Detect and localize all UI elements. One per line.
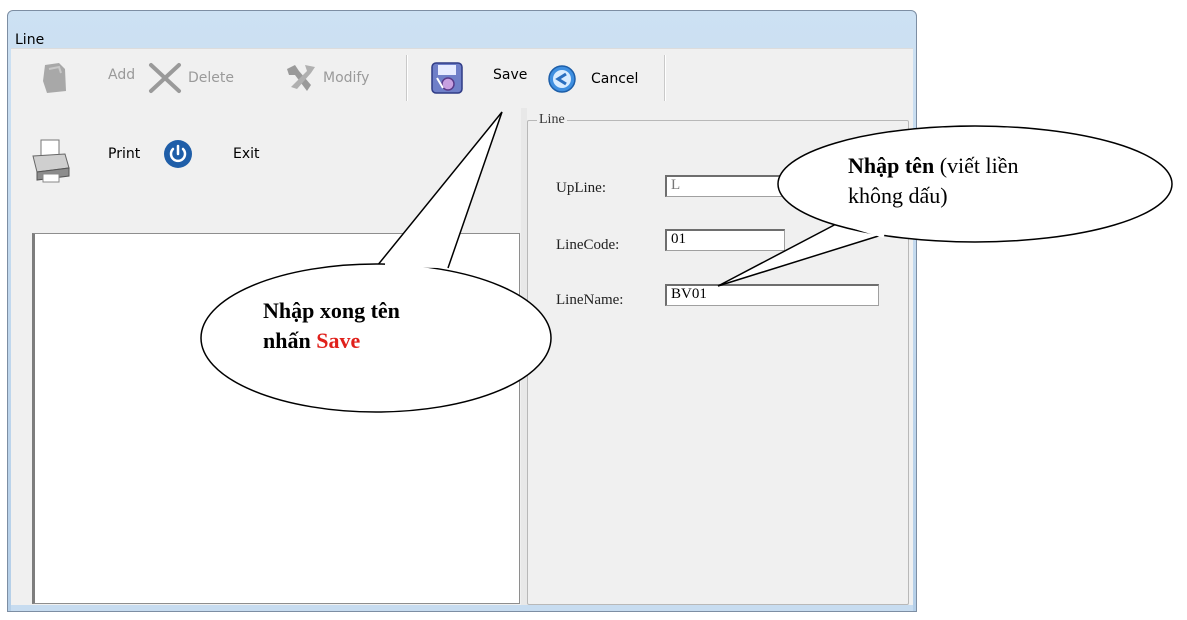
- name-note-line2: không dấu): [848, 183, 948, 208]
- save-note-prefix: nhấn: [263, 328, 311, 353]
- name-note-bold: Nhập tên: [848, 153, 935, 178]
- name-note-rest: (viết liền: [939, 153, 1019, 178]
- save-callout-text: Nhập xong tên nhấn Save: [263, 296, 400, 356]
- save-callout-bubble: [200, 111, 552, 413]
- save-note-action: Save: [316, 328, 361, 353]
- save-note-line1: Nhập xong tên: [263, 298, 400, 323]
- name-callout-text: Nhập tên (viết liền không dấu): [848, 151, 1019, 211]
- callouts-overlay: [200, 111, 1173, 413]
